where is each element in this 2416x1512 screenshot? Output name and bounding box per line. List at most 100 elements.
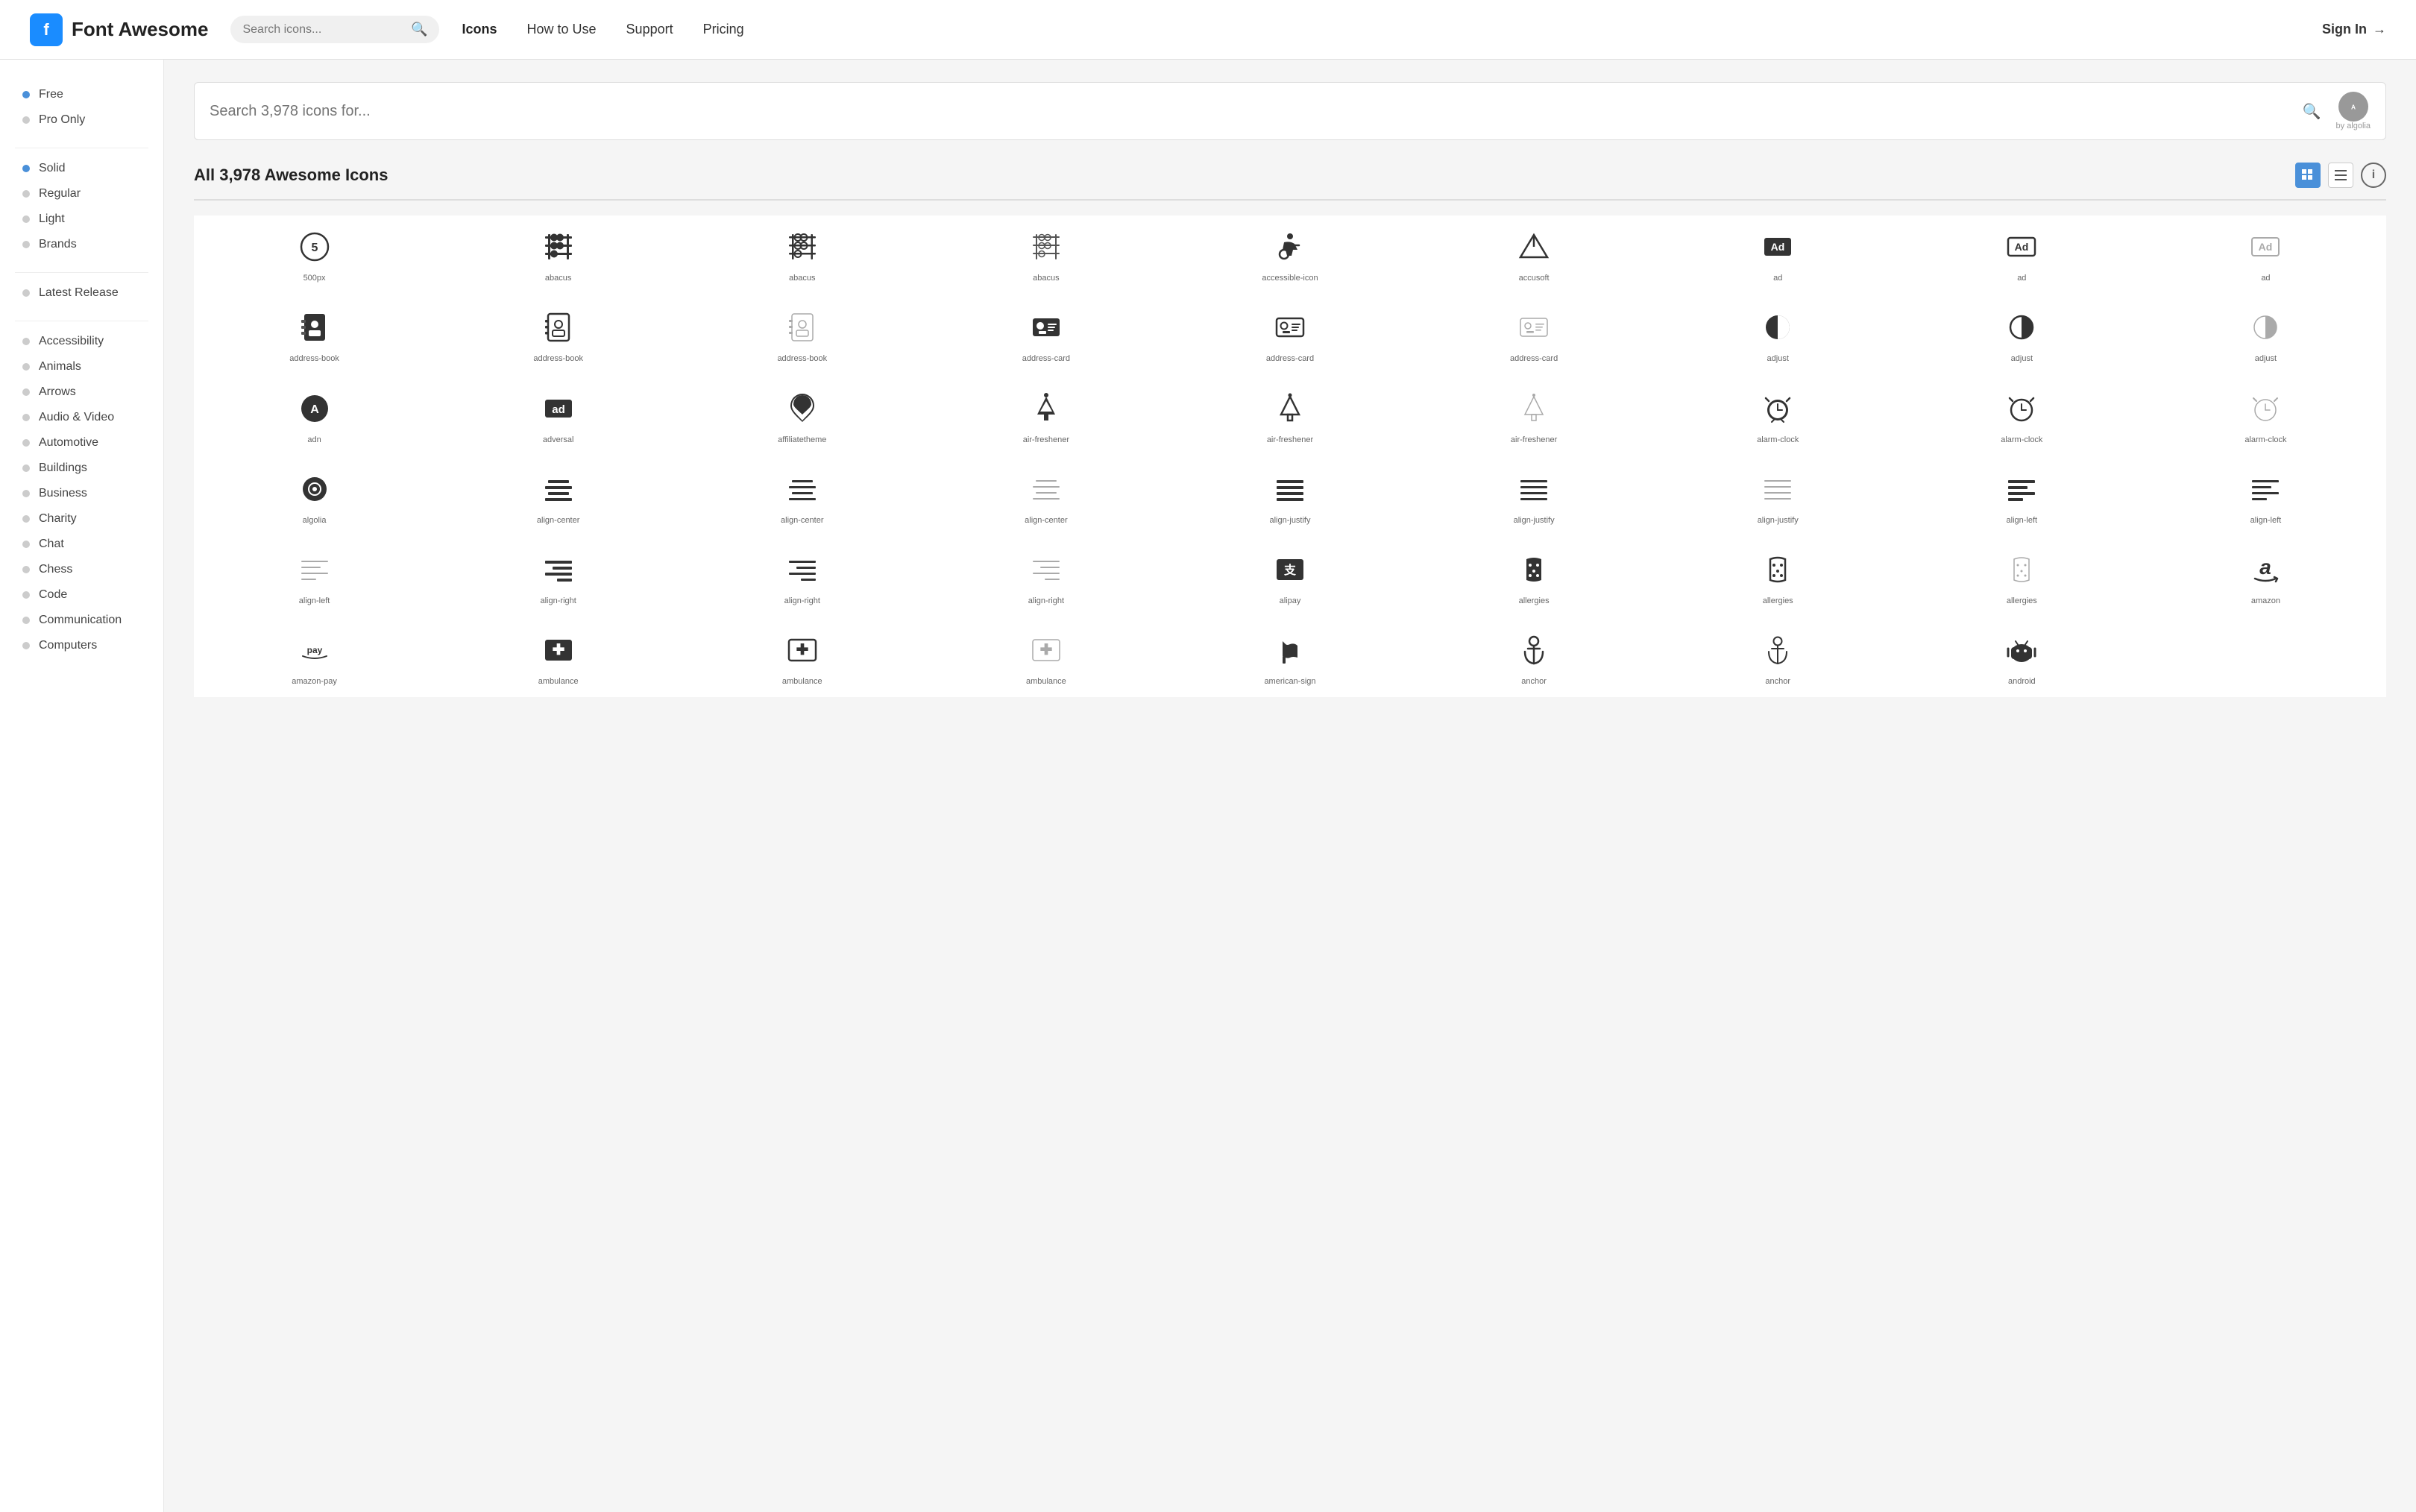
list-view-button[interactable] xyxy=(2328,163,2353,188)
sidebar-item-free[interactable]: Free xyxy=(0,82,163,107)
nav-item-how-to-use[interactable]: How to Use xyxy=(527,22,597,37)
sidebar-item-automotive[interactable]: Automotive xyxy=(0,430,163,456)
icon-cell-american-sign[interactable]: american-sign xyxy=(1169,619,1410,696)
logo-area[interactable]: f Font Awesome xyxy=(30,13,208,46)
icon-cell-air-freshener-1[interactable]: air-freshener xyxy=(925,377,1166,455)
sidebar-item-buildings[interactable]: Buildings xyxy=(0,456,163,481)
icon-cell-alarm-clock-3[interactable]: alarm-clock xyxy=(2145,377,2386,455)
icon-cell-air-freshener-2[interactable]: air-freshener xyxy=(1169,377,1410,455)
sidebar-item-charity[interactable]: Charity xyxy=(0,506,163,532)
grid-view-button[interactable] xyxy=(2295,163,2321,188)
icon-cell-alarm-clock-2[interactable]: alarm-clock xyxy=(1901,377,2142,455)
icon-cell-align-left-3[interactable]: align-left xyxy=(194,538,435,616)
nav-item-support[interactable]: Support xyxy=(626,22,673,37)
icon-cell-allergies-3[interactable]: allergies xyxy=(1901,538,2142,616)
icon-glyph-alarm-clock-1 xyxy=(1761,390,1794,427)
sidebar-item-code[interactable]: Code xyxy=(0,582,163,608)
icon-glyph-abacus-2 xyxy=(786,228,819,265)
sidebar-item-arrows[interactable]: Arrows xyxy=(0,379,163,405)
icon-cell-align-right-3[interactable]: align-right xyxy=(925,538,1166,616)
icon-cell-address-book-2[interactable]: address-book xyxy=(438,296,679,374)
sidebar-item-chess[interactable]: Chess xyxy=(0,557,163,582)
sidebar-item-accessibility[interactable]: Accessibility xyxy=(0,329,163,354)
svg-text:5: 5 xyxy=(311,242,318,254)
sidebar-item-brands[interactable]: Brands xyxy=(0,232,163,257)
nav-item-icons[interactable]: Icons xyxy=(462,22,497,37)
icon-cell-align-right-2[interactable]: align-right xyxy=(682,538,922,616)
icon-cell-adn[interactable]: A adn xyxy=(194,377,435,455)
icon-glyph-align-center-1 xyxy=(542,470,575,508)
icon-cell-allergies-2[interactable]: allergies xyxy=(1658,538,1898,616)
sidebar-item-light[interactable]: Light xyxy=(0,207,163,232)
nav-item-pricing[interactable]: Pricing xyxy=(703,22,744,37)
sidebar-item-pro-only[interactable]: Pro Only xyxy=(0,107,163,133)
icon-cell-accusoft[interactable]: accusoft xyxy=(1414,215,1655,293)
icon-cell-align-left-1[interactable]: align-left xyxy=(1901,458,2142,535)
icon-cell-address-card-2[interactable]: address-card xyxy=(1169,296,1410,374)
sidebar-item-regular[interactable]: Regular xyxy=(0,181,163,207)
sidebar-item-solid[interactable]: Solid xyxy=(0,156,163,181)
icon-cell-500px[interactable]: 5 500px xyxy=(194,215,435,293)
sidebar-item-computers[interactable]: Computers xyxy=(0,633,163,658)
icon-cell-address-card-1[interactable]: address-card xyxy=(925,296,1166,374)
icon-cell-ambulance-2[interactable]: ✚ ambulance xyxy=(682,619,922,696)
icon-cell-align-right-1[interactable]: align-right xyxy=(438,538,679,616)
icon-cell-address-book-1[interactable]: address-book xyxy=(194,296,435,374)
icon-cell-air-freshener-3[interactable]: air-freshener xyxy=(1414,377,1655,455)
header-search-input[interactable] xyxy=(242,23,405,37)
icon-cell-amazon[interactable]: a amazon xyxy=(2145,538,2386,616)
icon-cell-ad-3[interactable]: Ad ad xyxy=(2145,215,2386,293)
big-search-bar[interactable]: 🔍 A by algolia xyxy=(194,82,2386,140)
icon-name-address-card-3: address-card xyxy=(1510,353,1558,364)
icon-cell-align-center-2[interactable]: align-center xyxy=(682,458,922,535)
sidebar-dot-business xyxy=(22,490,30,497)
icon-cell-android[interactable]: android xyxy=(1901,619,2142,696)
icon-cell-align-justify-2[interactable]: align-justify xyxy=(1414,458,1655,535)
icon-cell-ambulance-3[interactable]: ✚ ambulance xyxy=(925,619,1166,696)
icon-name-address-book-2: address-book xyxy=(533,353,583,364)
icon-cell-abacus-1[interactable]: abacus xyxy=(438,215,679,293)
svg-text:Ad: Ad xyxy=(2015,241,2029,253)
icon-glyph-adn: A xyxy=(298,390,331,427)
icon-cell-ambulance-1[interactable]: ✚ ambulance xyxy=(438,619,679,696)
icon-cell-amazon-pay[interactable]: pay amazon-pay xyxy=(194,619,435,696)
icon-cell-align-left-2[interactable]: align-left xyxy=(2145,458,2386,535)
sidebar-dot-accessibility xyxy=(22,338,30,345)
icon-cell-align-justify-1[interactable]: align-justify xyxy=(1169,458,1410,535)
icon-cell-alipay[interactable]: 支 alipay xyxy=(1169,538,1410,616)
icon-cell-adjust-2[interactable]: adjust xyxy=(1901,296,2142,374)
sign-in-button[interactable]: Sign In → xyxy=(2322,22,2386,37)
icon-cell-adjust-3[interactable]: adjust xyxy=(2145,296,2386,374)
icon-cell-adjust-1[interactable]: adjust xyxy=(1658,296,1898,374)
icon-glyph-ad-2: Ad xyxy=(2005,228,2038,265)
svg-text:✚: ✚ xyxy=(552,642,564,658)
sidebar-item-animals[interactable]: Animals xyxy=(0,354,163,379)
sidebar-item-audio-video[interactable]: Audio & Video xyxy=(0,405,163,430)
icon-cell-adversal[interactable]: ad adversal xyxy=(438,377,679,455)
sidebar-item-chat[interactable]: Chat xyxy=(0,532,163,557)
icon-cell-anchor[interactable]: anchor xyxy=(1414,619,1655,696)
icon-cell-affiliatetheme[interactable]: affiliatetheme xyxy=(682,377,922,455)
header-search-bar[interactable]: 🔍 xyxy=(230,16,439,43)
sidebar-item-latest-release[interactable]: Latest Release xyxy=(0,280,163,306)
icon-cell-allergies-1[interactable]: allergies xyxy=(1414,538,1655,616)
info-button[interactable]: i xyxy=(2361,163,2386,188)
icon-cell-address-card-3[interactable]: address-card xyxy=(1414,296,1655,374)
icon-cell-ad-1[interactable]: Ad ad xyxy=(1658,215,1898,293)
sidebar-item-business[interactable]: Business xyxy=(0,481,163,506)
icon-cell-align-justify-3[interactable]: align-justify xyxy=(1658,458,1898,535)
sidebar-item-communication[interactable]: Communication xyxy=(0,608,163,633)
icon-cell-abacus-3[interactable]: abacus xyxy=(925,215,1166,293)
sidebar-label-arrows: Arrows xyxy=(39,385,76,399)
big-search-input[interactable] xyxy=(210,103,2303,120)
icon-cell-align-center-3[interactable]: align-center xyxy=(925,458,1166,535)
icon-cell-anchor-2[interactable]: anchor xyxy=(1658,619,1898,696)
icon-cell-ad-2[interactable]: Ad ad xyxy=(1901,215,2142,293)
icon-cell-algolia[interactable]: algolia xyxy=(194,458,435,535)
icon-cell-address-book-3[interactable]: address-book xyxy=(682,296,922,374)
icon-cell-alarm-clock-1[interactable]: alarm-clock xyxy=(1658,377,1898,455)
icon-cell-abacus-2[interactable]: abacus xyxy=(682,215,922,293)
icon-cell-accessible-icon[interactable]: accessible-icon xyxy=(1169,215,1410,293)
icon-name-ambulance-1: ambulance xyxy=(538,676,579,687)
icon-cell-align-center-1[interactable]: align-center xyxy=(438,458,679,535)
